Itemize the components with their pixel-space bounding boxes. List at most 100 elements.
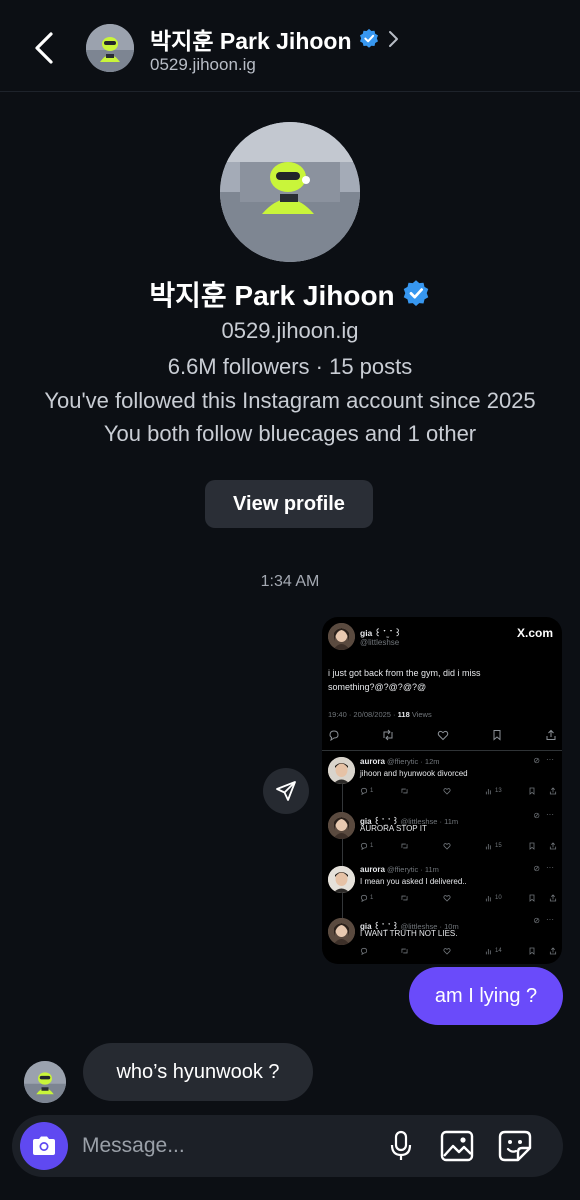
header-title[interactable]: 박지훈 Park Jihoon	[150, 22, 400, 56]
grok-icon: ⊘	[533, 916, 540, 925]
shared-post-card[interactable]: gia ꒰ ་ ̫ ་ ꒱ @littleshse X.com i just g…	[322, 617, 562, 964]
profile-name: 박지훈 Park Jihoon	[149, 280, 395, 311]
reply-icon: 1	[360, 787, 373, 795]
more-icon: ···	[546, 863, 554, 872]
views-count: 15	[495, 843, 502, 849]
camera-button[interactable]	[20, 1122, 68, 1170]
mutual-follow-text: You both follow bluecages and 1 other	[103, 421, 477, 446]
reply-header: aurora @ffierytic · 12m	[360, 757, 440, 766]
reply-text: I WANT TRUTH NOT LIES.	[360, 929, 458, 938]
reply-text: jihoon and hyunwook divorced	[360, 769, 468, 778]
camera-icon	[33, 1136, 55, 1155]
message-input[interactable]	[82, 1127, 372, 1165]
views-icon: 15	[485, 842, 502, 850]
views-count: 13	[495, 788, 502, 794]
avatar	[328, 866, 355, 893]
reply-icon: 1	[360, 894, 373, 902]
more-icon: ···	[546, 915, 554, 924]
post-text-line-2: something?@?@?@?@	[328, 682, 427, 692]
retweet-icon	[400, 894, 409, 902]
retweet-icon	[400, 947, 409, 955]
grok-icon: ⊘	[533, 756, 540, 765]
views-count: 14	[495, 948, 502, 954]
views-count: 10	[495, 895, 502, 901]
share-icon	[549, 894, 557, 902]
share-icon	[549, 947, 557, 955]
like-icon	[437, 730, 449, 741]
reply-text: I mean you asked I delivered..	[360, 877, 467, 886]
message-timestamp: 1:34 AM	[260, 573, 320, 590]
share-icon	[549, 842, 557, 850]
share-icon	[549, 787, 557, 795]
more-icon: ···	[546, 810, 554, 819]
profile-username: 0529.jihoon.ig	[221, 318, 359, 343]
like-icon	[443, 787, 451, 795]
grok-icon: ⊘	[533, 864, 540, 873]
gallery-icon	[440, 1130, 474, 1162]
post-views-label: Views	[409, 710, 432, 719]
like-icon	[443, 842, 451, 850]
reply-count: 1	[370, 788, 374, 794]
reply-author: aurora	[360, 865, 385, 874]
reply-meta: @ffierytic · 12m	[387, 757, 440, 766]
post-date: 19:40 · 20/08/2025 ·	[328, 710, 398, 719]
bookmark-icon	[528, 894, 536, 902]
post-views-count: 118	[397, 710, 410, 719]
reply-icon	[329, 730, 339, 741]
verified-badge-icon	[359, 28, 378, 48]
x-logo-icon: X.com	[517, 626, 553, 640]
bookmark-icon	[528, 787, 536, 795]
reply-text: AURORA STOP IT	[360, 824, 427, 833]
bookmark-icon	[493, 730, 501, 741]
message-composer	[12, 1115, 563, 1177]
reply-icon	[360, 947, 368, 955]
forward-button[interactable]	[263, 768, 309, 814]
retweet-icon	[400, 787, 409, 795]
share-icon	[546, 729, 556, 740]
more-icon: ···	[546, 755, 554, 764]
reply-author: aurora	[360, 757, 385, 766]
like-icon	[443, 894, 451, 902]
sticker-icon	[498, 1130, 532, 1162]
send-icon	[276, 781, 296, 801]
back-button[interactable]	[26, 26, 62, 70]
sender-avatar[interactable]	[24, 1061, 66, 1103]
verified-badge-icon	[403, 280, 428, 306]
profile-stats: 6.6M followers · 15 posts	[167, 354, 413, 379]
divider	[322, 750, 562, 751]
view-profile-button[interactable]: View profile	[205, 480, 373, 528]
avatar	[328, 918, 355, 945]
post-handle: @littleshse	[360, 638, 400, 647]
retweet-icon	[383, 729, 393, 741]
avatar	[328, 812, 355, 839]
views-icon: 14	[485, 947, 502, 955]
bookmark-icon	[528, 842, 536, 850]
grok-icon: ⊘	[533, 811, 540, 820]
microphone-icon	[390, 1130, 412, 1160]
microphone-button[interactable]	[384, 1129, 418, 1163]
reply-icon: 1	[360, 842, 373, 850]
header-avatar[interactable]	[86, 24, 134, 72]
avatar	[328, 757, 355, 784]
gallery-button[interactable]	[440, 1129, 474, 1163]
retweet-icon	[400, 842, 409, 850]
views-icon: 13	[485, 787, 502, 795]
like-icon	[443, 947, 451, 955]
avatar	[328, 623, 355, 650]
back-chevron-icon	[35, 32, 53, 64]
chat-header: 박지훈 Park Jihoon 0529.jihoon.ig	[0, 0, 580, 92]
views-icon: 10	[485, 894, 502, 902]
post-source: X.com	[516, 626, 553, 640]
reply-meta: @ffierytic · 11m	[387, 865, 439, 874]
profile-avatar[interactable]	[220, 122, 360, 262]
sent-message-bubble[interactable]: am I lying ?	[409, 967, 563, 1025]
reply-header: aurora @ffierytic · 11m	[360, 865, 439, 874]
profile-name-row: 박지훈 Park Jihoon	[0, 274, 580, 314]
reply-count: 1	[370, 843, 374, 849]
received-message-bubble[interactable]: who’s hyunwook ?	[83, 1043, 313, 1101]
follow-since-text: You've followed this Instagram account s…	[44, 388, 536, 413]
sticker-button[interactable]	[498, 1129, 532, 1163]
header-name: 박지훈 Park Jihoon	[150, 28, 352, 54]
post-meta: 19:40 · 20/08/2025 · 118 Views	[328, 710, 432, 719]
bookmark-icon	[528, 947, 536, 955]
